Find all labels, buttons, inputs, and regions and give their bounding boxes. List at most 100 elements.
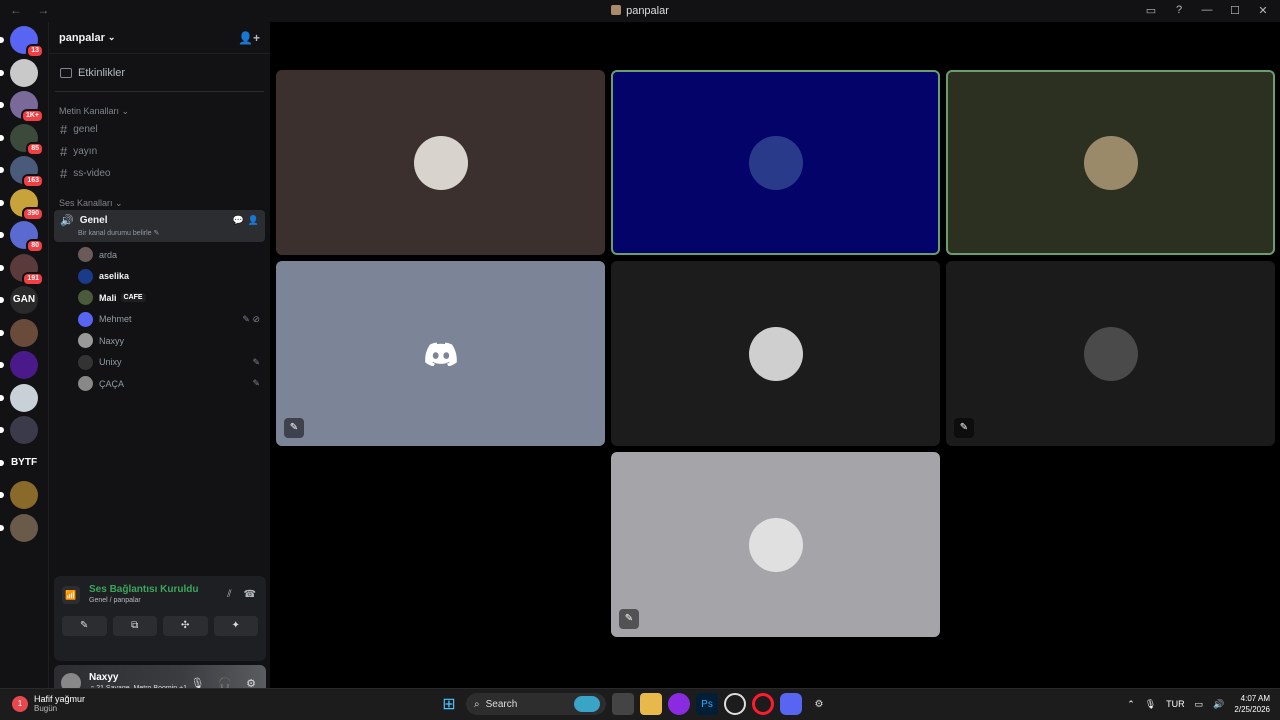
username[interactable]: Naxyy	[89, 672, 118, 683]
clock[interactable]: 4:07 AM 2/25/2026	[1234, 693, 1270, 715]
voice-user-name: Mali	[99, 292, 117, 303]
voice-user[interactable]: Naxyy	[49, 330, 270, 352]
events-item[interactable]: Etkinlikler	[55, 54, 264, 92]
calendar-icon	[60, 67, 72, 78]
server-icon[interactable]: BYTF	[0, 448, 38, 477]
mute-icon: ✎	[619, 609, 639, 629]
text-channel[interactable]: # genel	[54, 118, 265, 140]
camera-button[interactable]: ✎	[62, 616, 107, 636]
server-icon[interactable]: 80	[0, 221, 44, 253]
participant-tile[interactable]: ✎	[611, 452, 940, 637]
server-icon[interactable]	[0, 351, 38, 379]
voice-user[interactable]: ÇAÇA ✎	[49, 373, 270, 395]
voice-user[interactable]: arda	[49, 244, 270, 266]
server-icon[interactable]: 390	[0, 188, 44, 221]
channel-status[interactable]: Bir kanal durumu belirle ✎	[78, 229, 259, 237]
opera-icon[interactable]	[752, 693, 774, 715]
avatar	[748, 326, 803, 381]
invite-icon[interactable]: 👤	[248, 215, 259, 226]
channel-name: ss-video	[73, 167, 111, 179]
signal-icon[interactable]: 📶	[62, 586, 80, 604]
language-indicator[interactable]: TUR	[1166, 699, 1185, 709]
participant-tile[interactable]: ✎	[946, 261, 1275, 446]
unread-indicator	[0, 199, 4, 206]
participant-tile[interactable]	[276, 70, 605, 255]
participant-tile[interactable]: ✎	[276, 261, 605, 446]
help-icon[interactable]: ?	[1172, 4, 1186, 17]
search-box[interactable]: ⌕ Search	[466, 693, 606, 715]
server-icon[interactable]: 1K+	[0, 91, 44, 123]
avatar	[748, 135, 803, 190]
server-icon[interactable]: 163	[0, 156, 44, 188]
server-icon[interactable]	[0, 513, 38, 542]
unread-indicator	[0, 297, 4, 303]
steam-icon[interactable]: ⚙	[808, 693, 830, 715]
file-explorer-icon[interactable]	[640, 693, 662, 715]
participant-tile[interactable]	[611, 70, 940, 255]
maximize-button[interactable]: ☐	[1228, 4, 1242, 17]
windows-start-icon[interactable]: ⊞	[438, 693, 460, 715]
tray-chevron-icon[interactable]: ⌃	[1127, 699, 1135, 710]
voice-user[interactable]: aselika	[49, 266, 270, 288]
disconnect-icon[interactable]: ☎	[244, 589, 256, 600]
chat-icon[interactable]: 💬	[233, 215, 244, 226]
network-icon[interactable]: ▭	[1195, 699, 1204, 710]
close-button[interactable]: ✕	[1256, 4, 1270, 17]
text-channel[interactable]: # yayın	[54, 140, 265, 162]
server-icon[interactable]: 85	[0, 123, 44, 156]
server-icon[interactable]	[0, 416, 38, 444]
screenshare-button[interactable]: ⧉	[112, 616, 157, 636]
server-list: 13 1K+ 85 163 390 80 191GAN AG BYTF	[0, 22, 48, 688]
search-icon: ⌕	[474, 698, 480, 710]
photoshop-icon[interactable]: Ps	[696, 693, 718, 715]
avatar	[78, 311, 93, 327]
voice-user-name: Mehmet	[99, 314, 132, 325]
activities-button[interactable]: ✣	[163, 616, 208, 636]
soundboard-button[interactable]: ✦	[213, 616, 258, 636]
voice-status[interactable]: Ses Bağlantısı Kuruldu	[89, 584, 198, 595]
search-label: Search	[485, 698, 518, 710]
unread-indicator	[0, 264, 4, 271]
unread-indicator	[0, 134, 4, 141]
noise-suppression-icon[interactable]: ⫽	[227, 589, 231, 600]
inbox-icon[interactable]: ▭	[1144, 4, 1158, 17]
server-icon[interactable]: GAN AG	[0, 286, 38, 333]
app-icon[interactable]	[724, 693, 746, 715]
voice-user-name: arda	[99, 249, 118, 260]
unread-indicator	[0, 492, 4, 498]
text-category[interactable]: Metin Kanalları ⌄	[49, 104, 270, 118]
volume-icon[interactable]: 🔊	[1213, 699, 1224, 710]
participant-tile[interactable]	[946, 70, 1275, 255]
unread-indicator	[0, 37, 4, 43]
voice-category[interactable]: Ses Kanalları ⌄	[49, 196, 270, 210]
voice-user[interactable]: Mali CAFE	[49, 287, 270, 309]
add-friend-icon[interactable]: 👤+	[238, 31, 260, 45]
weather-title: Hafif yağmur	[34, 694, 86, 704]
text-channel[interactable]: # ss-video	[54, 162, 265, 184]
title-bar: ← → panpalar ▭ ? — ☐ ✕	[0, 0, 1280, 22]
category-label: Metin Kanalları	[59, 106, 120, 116]
server-icon[interactable]	[0, 481, 38, 509]
voice-user-name: Naxyy	[99, 335, 125, 346]
voice-channel-genel[interactable]: 🔊 Genel Bir kanal durumu belirle ✎ 💬 👤	[54, 210, 265, 242]
server-icon[interactable]: 191	[0, 253, 44, 286]
minimize-button[interactable]: —	[1200, 4, 1214, 17]
unread-indicator	[0, 459, 4, 466]
server-icon[interactable]	[0, 58, 38, 87]
voice-user-name: Unixy	[99, 357, 122, 368]
server-icon[interactable]	[0, 383, 38, 412]
server-icon[interactable]	[0, 318, 38, 347]
voice-user[interactable]: Unixy ✎	[49, 352, 270, 374]
discord-icon[interactable]	[780, 693, 802, 715]
voice-user[interactable]: Mehmet ✎ ⊘	[49, 309, 270, 331]
voice-location: Genel / panpalar	[89, 597, 141, 604]
server-header[interactable]: panpalar ⌄ 👤+	[49, 22, 270, 54]
participant-tile[interactable]	[611, 261, 940, 446]
mic-tray-icon[interactable]: 🎙	[1145, 699, 1156, 710]
task-view-icon[interactable]	[612, 693, 634, 715]
discord-home-icon[interactable]: 13	[0, 26, 44, 58]
app-icon[interactable]	[668, 693, 690, 715]
weather-sub: Bugün	[34, 704, 58, 713]
weather-widget[interactable]: 1 Hafif yağmur Bugün	[12, 694, 85, 713]
channel-name: genel	[73, 123, 98, 135]
